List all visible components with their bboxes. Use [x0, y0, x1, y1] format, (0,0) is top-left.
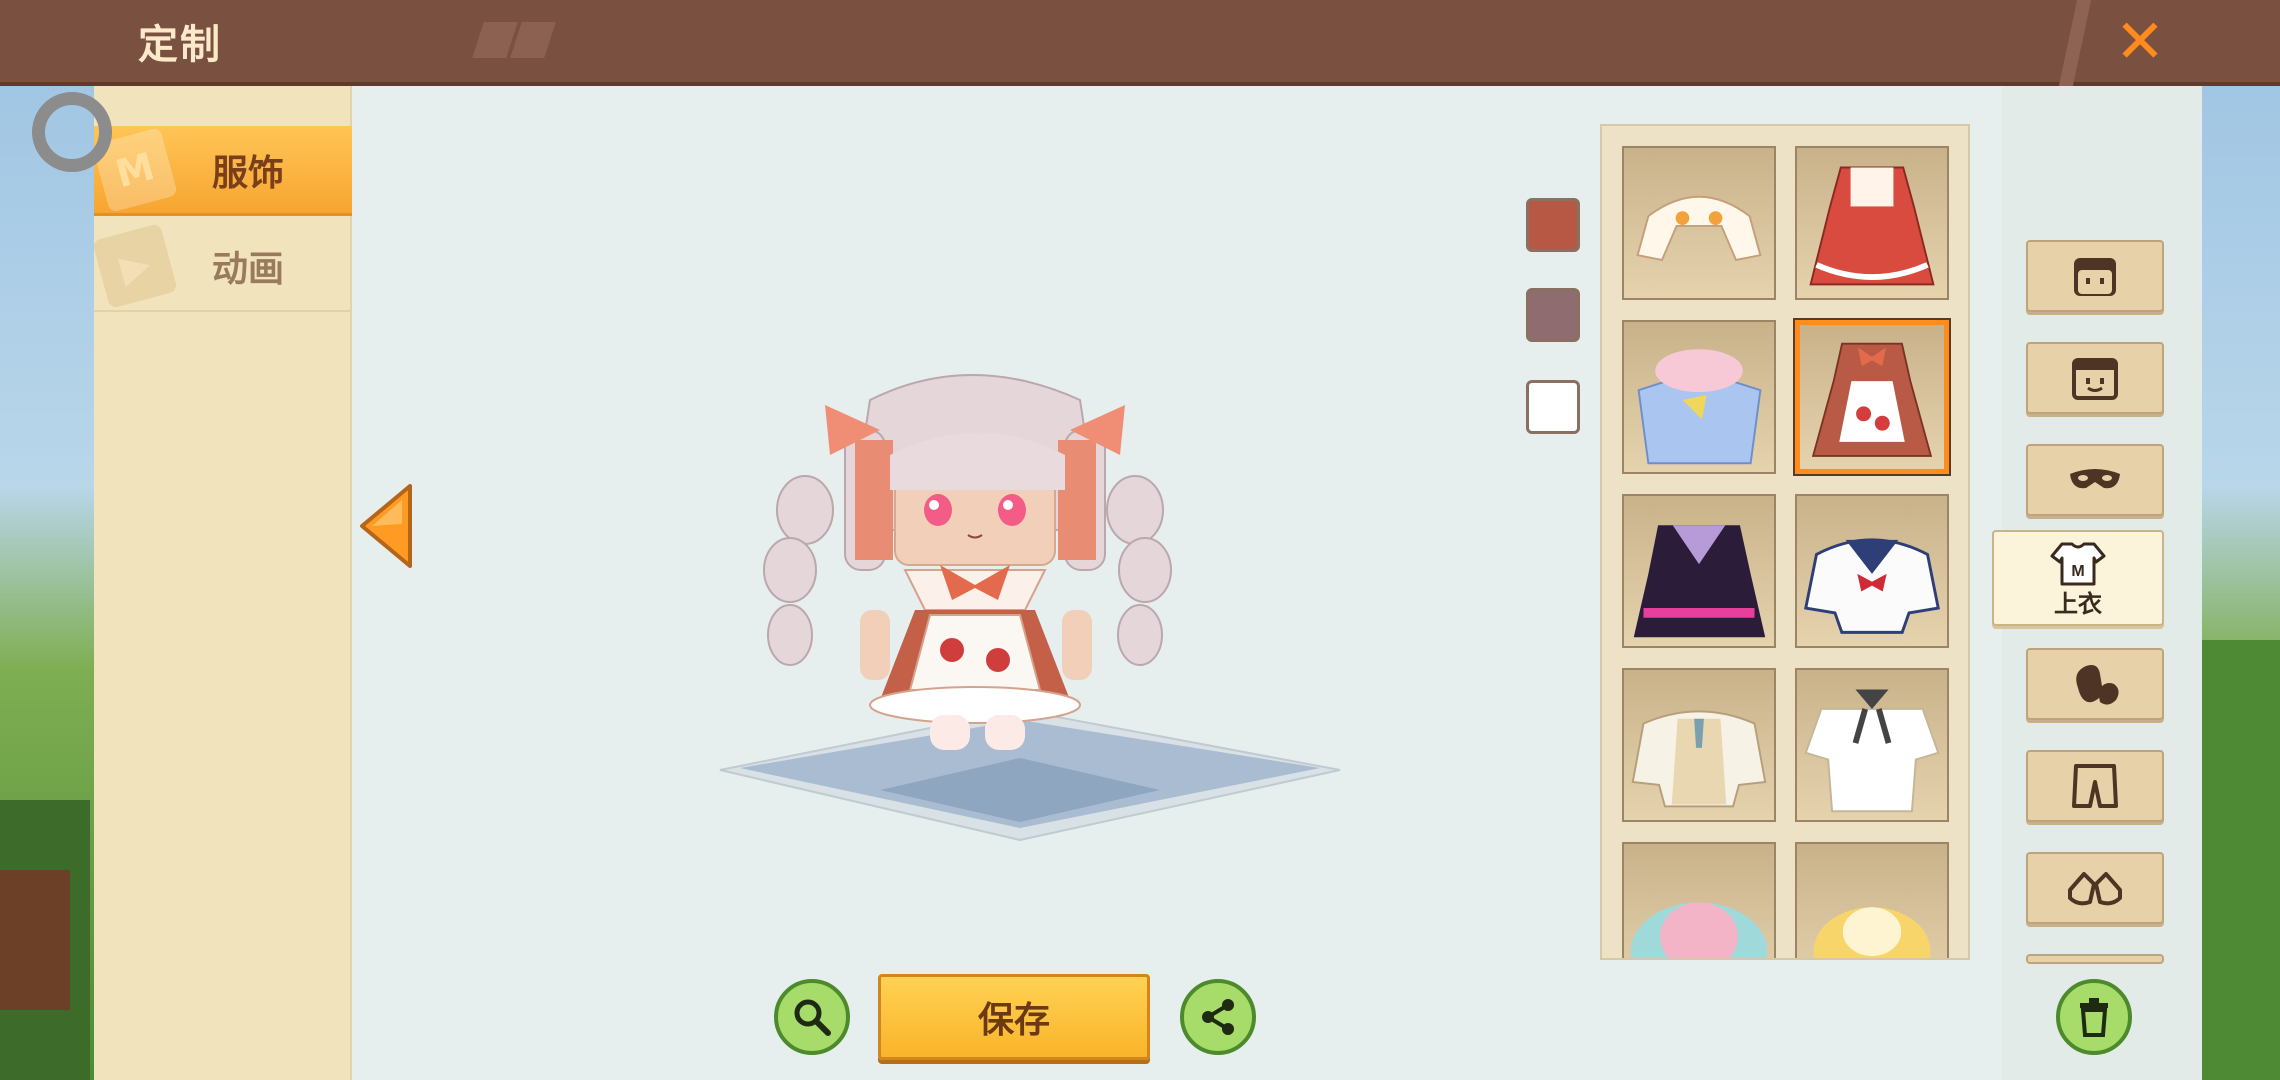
hair-icon	[2074, 258, 2116, 296]
white-tee-ribbon-icon	[1804, 689, 1940, 813]
category-pants[interactable]	[2026, 750, 2164, 822]
shoes-icon	[2068, 872, 2122, 906]
color-swatch-white[interactable]	[1526, 380, 1580, 434]
record-ring-icon[interactable]	[32, 92, 112, 172]
category-mask[interactable]	[2026, 444, 2164, 516]
item-red-frill-dress[interactable]	[1795, 146, 1949, 300]
pink-black-sailor-dress-icon	[1633, 525, 1766, 638]
share-icon	[1202, 999, 1234, 1035]
face-icon	[2072, 358, 2118, 400]
top-icon: M	[2050, 542, 2106, 585]
gloves-icon	[2076, 665, 2119, 705]
svg-text:M: M	[2071, 563, 2084, 580]
delete-button[interactable]	[2056, 979, 2132, 1055]
item-white-tee-ribbon[interactable]	[1795, 668, 1949, 822]
item-floral-bolero[interactable]	[1622, 146, 1776, 300]
character-face	[890, 432, 1065, 566]
category-more[interactable]	[2026, 954, 2164, 964]
item-pink-black-sailor-dress[interactable]	[1622, 494, 1776, 648]
zoom-icon	[794, 999, 831, 1036]
item-yellow-frill-top[interactable]	[1795, 842, 1949, 958]
tab-label: 服饰	[212, 152, 285, 194]
red-frill-dress-icon	[1809, 166, 1935, 286]
character-preview[interactable]	[680, 360, 1360, 860]
yellow-frill-top-icon	[1813, 907, 1931, 958]
trash-icon	[2080, 998, 2108, 1037]
category-label: 上衣	[2054, 589, 2102, 618]
item-cream-vest-shirt[interactable]	[1622, 668, 1776, 822]
category-hair[interactable]	[2026, 240, 2164, 312]
category-face[interactable]	[2026, 342, 2164, 414]
tab-label: 动画	[212, 249, 285, 290]
item-gift-box-outfit[interactable]	[1622, 320, 1776, 474]
close-button[interactable]: ✕	[2108, 12, 2172, 72]
category-top[interactable]: M 上衣	[1992, 530, 2164, 626]
item-pastel-ruffle-top[interactable]	[1622, 842, 1776, 958]
zoom-button[interactable]	[774, 979, 850, 1055]
item-strawberry-maid-dress[interactable]	[1795, 320, 1949, 474]
stage-floor	[719, 708, 1341, 842]
dirt-block	[0, 870, 70, 1010]
pastel-ruffle-top-icon	[1630, 902, 1768, 958]
header-decoration	[472, 22, 556, 58]
tab-clothing[interactable]: M 服饰	[92, 126, 352, 216]
white-sailor-top-icon	[1804, 538, 1940, 634]
animation-icon: ▶	[92, 223, 178, 309]
sidebar: M 服饰 ▶ 动画	[92, 86, 352, 1080]
category-shoes[interactable]	[2026, 852, 2164, 924]
category-gloves[interactable]	[2026, 648, 2164, 720]
header-stripe	[2058, 0, 2092, 86]
share-button[interactable]	[1180, 979, 1256, 1055]
mask-icon	[2070, 469, 2120, 489]
prev-arrow-icon[interactable]	[358, 484, 414, 568]
pants-icon	[2072, 764, 2118, 808]
item-white-sailor-top[interactable]	[1795, 494, 1949, 648]
page-title: 定制	[138, 22, 222, 68]
save-button[interactable]: 保存	[878, 974, 1150, 1060]
header-bar: 定制 ✕	[0, 0, 2280, 86]
tree-block	[2200, 640, 2280, 1080]
gift-box-outfit-icon	[1637, 349, 1762, 465]
color-swatch-mauve[interactable]	[1526, 288, 1580, 342]
floral-bolero-icon	[1636, 195, 1762, 262]
tab-animation[interactable]: ▶ 动画	[92, 222, 352, 312]
strawberry-maid-dress-icon	[1811, 342, 1933, 457]
color-swatch-red[interactable]	[1526, 198, 1580, 252]
cream-vest-shirt-icon	[1631, 710, 1767, 808]
close-icon: ✕	[2114, 7, 2166, 77]
item-grid	[1600, 124, 1970, 960]
